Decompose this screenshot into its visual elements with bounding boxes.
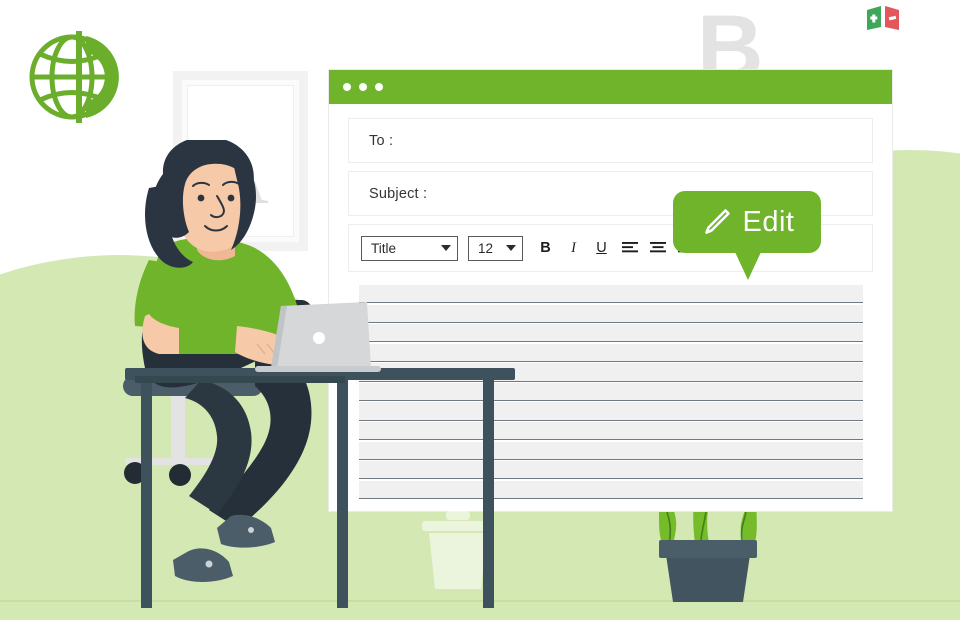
pencil-icon (704, 209, 730, 234)
window-dot-2[interactable] (359, 83, 367, 91)
shoes (173, 514, 275, 582)
tooltip-tail (735, 252, 761, 280)
align-left-button[interactable] (617, 236, 642, 261)
window-dot-1[interactable] (343, 83, 351, 91)
globe-d-logo[interactable] (28, 26, 126, 128)
compare-panels-icon[interactable] (864, 4, 902, 32)
edit-tooltip[interactable]: Edit (673, 191, 821, 253)
align-center-icon (649, 241, 666, 252)
woman-at-laptop (105, 136, 525, 610)
illustration-canvas: B A To (0, 0, 960, 620)
window-dot-3[interactable] (375, 83, 383, 91)
italic-button[interactable]: I (561, 236, 586, 261)
align-center-button[interactable] (645, 236, 670, 261)
edit-tooltip-label: Edit (742, 205, 795, 238)
window-titlebar (329, 70, 892, 104)
bold-button[interactable]: B (533, 236, 558, 261)
align-left-icon (621, 241, 638, 252)
underline-button[interactable]: U (589, 236, 614, 261)
